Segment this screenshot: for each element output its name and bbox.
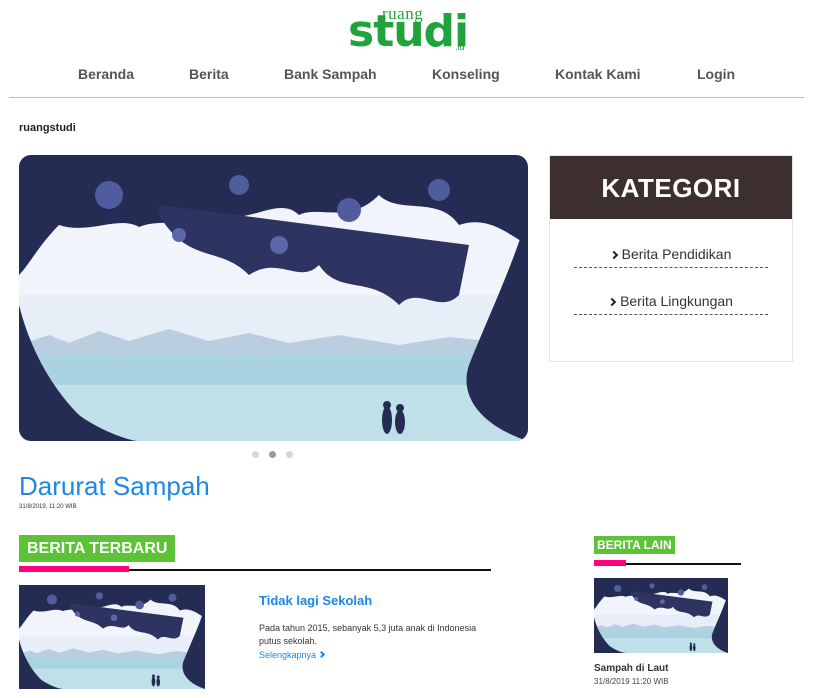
carousel-dot-2[interactable]: [269, 451, 276, 458]
other-news-image: [594, 578, 728, 653]
kategori-header: KATEGORI: [550, 156, 792, 219]
article-image: [19, 585, 205, 689]
logo-studi-text: studi: [348, 6, 469, 57]
nav-item-beranda[interactable]: Beranda: [78, 66, 134, 82]
nav-divider: [9, 97, 804, 98]
kategori-item-lingkungan[interactable]: Berita Lingkungan: [574, 293, 768, 315]
kategori-panel: KATEGORI Berita Pendidikan Berita Lingku…: [549, 155, 793, 362]
site-label: ruangstudi: [19, 122, 76, 134]
carousel-dot-1[interactable]: [252, 451, 259, 458]
main-nav: Beranda Berita Bank Sampah Konseling Kon…: [0, 66, 814, 88]
nav-item-bank-sampah[interactable]: Bank Sampah: [284, 66, 377, 82]
nav-item-kontak-kami[interactable]: Kontak Kami: [555, 66, 641, 82]
section-accent-bar: [594, 560, 626, 566]
section-divider: [626, 563, 741, 565]
nav-item-konseling[interactable]: Konseling: [432, 66, 500, 82]
kategori-item-label: Berita Pendidikan: [621, 246, 732, 262]
nav-item-login[interactable]: Login: [697, 66, 735, 82]
nav-item-berita[interactable]: Berita: [189, 66, 229, 82]
section-accent-bar: [19, 566, 129, 572]
site-logo[interactable]: ruang studi .id: [348, 4, 469, 57]
hero-image: [19, 155, 528, 441]
hero-carousel-image[interactable]: [19, 155, 528, 441]
chevron-right-icon: [318, 650, 326, 659]
logo-suffix-text: .id: [455, 42, 465, 52]
article-thumbnail[interactable]: [19, 585, 205, 689]
section-divider: [129, 569, 491, 571]
article-excerpt: Pada tahun 2015, sebanyak 5,3 juta anak …: [259, 623, 477, 646]
article-title[interactable]: Tidak lagi Sekolah: [259, 593, 372, 608]
chevron-right-icon: [607, 297, 617, 307]
berita-terbaru-heading: BERITA TERBARU: [19, 535, 176, 562]
carousel-indicators: [252, 451, 302, 459]
headline-title[interactable]: Darurat Sampah: [19, 471, 210, 502]
carousel-dot-3[interactable]: [286, 451, 293, 458]
chevron-right-icon: [609, 250, 618, 260]
other-news-title[interactable]: Sampah di Laut: [594, 663, 668, 674]
other-news-date: 31/8/2019 11:20 WIB: [594, 677, 669, 686]
berita-lain-heading: BERITA LAIN: [594, 536, 675, 554]
kategori-item-label: Berita Lingkungan: [620, 293, 733, 309]
other-news-thumbnail[interactable]: [594, 578, 728, 653]
kategori-title: KATEGORI: [601, 173, 741, 203]
read-more-label: Selengkapnya: [259, 650, 317, 660]
kategori-item-pendidikan[interactable]: Berita Pendidikan: [574, 246, 768, 268]
read-more-link[interactable]: Selengkapnya: [259, 650, 326, 660]
headline-date: 31/8/2019, 11:20 WIB: [19, 504, 77, 510]
